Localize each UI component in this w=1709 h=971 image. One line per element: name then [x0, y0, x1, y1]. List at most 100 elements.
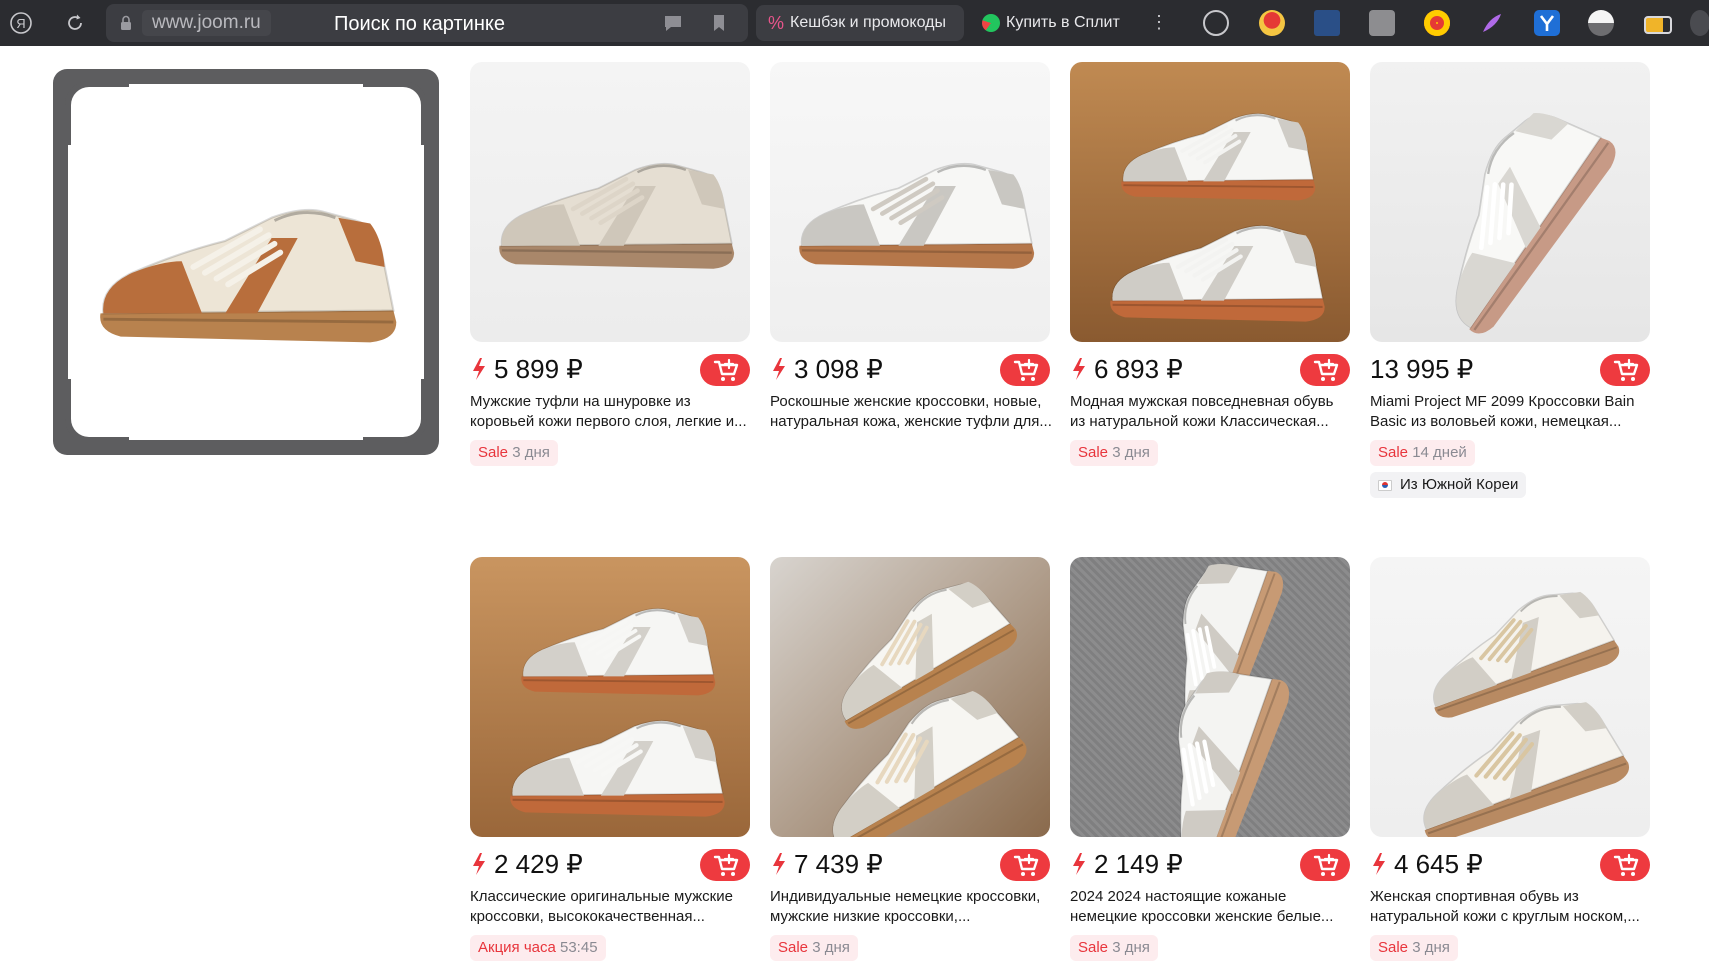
browser-toolbar: Я www.joom.ru Поиск по картинке % Кешбэк…: [0, 0, 1709, 46]
shoe-figure: [1110, 226, 1324, 322]
shoe-figure: [510, 721, 724, 817]
mail-icon[interactable]: [1314, 10, 1340, 36]
sale-badge-label: Sale: [1378, 444, 1409, 461]
cart-plus-icon: [713, 853, 739, 878]
price-row: 2 429 ₽: [470, 847, 750, 881]
sale-badge: Sale 3 дня: [1070, 440, 1158, 466]
shoe-image: [1370, 575, 1650, 837]
product-title[interactable]: 2024 2024 настоящие кожаные немецкие кро…: [1070, 887, 1352, 927]
price-row: 4 645 ₽: [1370, 847, 1650, 881]
shoe-image: [1370, 62, 1650, 342]
add-to-cart-button[interactable]: [1300, 849, 1350, 881]
cart-plus-icon: [1613, 358, 1639, 383]
sale-badge-label: Sale: [778, 939, 809, 956]
product-image[interactable]: [1370, 557, 1650, 837]
add-to-cart-button[interactable]: [700, 354, 750, 386]
product-price: 6 893 ₽: [1094, 354, 1183, 384]
origin-text: Из Южной Кореи: [1400, 476, 1519, 493]
reload-icon[interactable]: [62, 10, 88, 36]
shoe-figure: [1399, 686, 1633, 837]
add-to-cart-button[interactable]: [700, 849, 750, 881]
sale-badge-time: 14 дней: [1412, 444, 1467, 461]
product-title[interactable]: Мужские туфли на шнуровке из коровьей ко…: [470, 392, 752, 432]
lock-icon: [121, 15, 131, 30]
translate-extension-icon[interactable]: [1534, 10, 1560, 36]
flash-sale-icon: [1073, 853, 1085, 875]
page-title: Поиск по картинке: [334, 13, 505, 35]
url-domain[interactable]: www.joom.ru: [142, 10, 271, 36]
radio-extension-icon[interactable]: [1424, 10, 1450, 36]
bookmark-icon[interactable]: [708, 13, 730, 33]
shoe-figure: [1402, 90, 1623, 342]
sale-badge: Sale 3 дня: [1070, 935, 1158, 961]
sale-badge: Sale 3 дня: [1370, 935, 1458, 961]
product-title[interactable]: Роскошные женские кроссовки, новые, нату…: [770, 392, 1052, 432]
product-title[interactable]: Miami Project MF 2099 Кроссовки Bain Bas…: [1370, 392, 1652, 432]
product-price: 3 098 ₽: [794, 354, 883, 384]
crop-corner-top-right[interactable]: [363, 81, 427, 145]
sale-badge-label: Sale: [478, 444, 509, 461]
chat-icon[interactable]: [662, 13, 684, 33]
price-row: 13 995 ₽: [1370, 352, 1650, 386]
sale-badge-time: 3 дня: [812, 939, 850, 956]
profile-icon[interactable]: [1690, 10, 1709, 36]
cashback-button[interactable]: % Кешбэк и промокоды: [756, 5, 964, 41]
mascot-extension-icon[interactable]: [1259, 10, 1285, 36]
product-title[interactable]: Индивидуальные немецкие кроссовки, мужск…: [770, 887, 1052, 927]
sale-badge-time: 53:45: [560, 939, 598, 956]
lightbulb-icon[interactable]: [1203, 10, 1229, 36]
shoe-figure: [1131, 652, 1294, 837]
shoe-image: [470, 606, 750, 837]
cart-plus-icon: [1313, 358, 1339, 383]
sale-badge: Sale 3 дня: [470, 440, 558, 466]
crop-corner-bottom-left[interactable]: [65, 379, 129, 443]
product-image[interactable]: [1070, 62, 1350, 342]
add-to-cart-button[interactable]: [1600, 354, 1650, 386]
product-title[interactable]: Модная мужская повседневная обувь из нат…: [1070, 392, 1352, 432]
product-price: 5 899 ₽: [494, 354, 583, 384]
flash-sale-icon: [1373, 853, 1385, 875]
split-button[interactable]: Купить в Сплит: [972, 5, 1172, 41]
flash-sale-icon: [773, 853, 785, 875]
product-price: 13 995 ₽: [1370, 354, 1474, 384]
sale-badge-label: Sale: [1078, 444, 1109, 461]
address-bar[interactable]: www.joom.ru Поиск по картинке: [106, 4, 748, 42]
product-image[interactable]: [470, 62, 750, 342]
price-row: 3 098 ₽: [770, 352, 1050, 386]
product-title[interactable]: Классические оригинальные мужские кроссо…: [470, 887, 752, 927]
sale-badge-time: 3 дня: [1112, 939, 1150, 956]
sale-badge-label: Акция часа: [478, 939, 556, 956]
product-price: 2 429 ₽: [494, 849, 583, 879]
product-image[interactable]: [470, 557, 750, 837]
add-to-cart-button[interactable]: [1000, 354, 1050, 386]
sale-badge-label: Sale: [1378, 939, 1409, 956]
shoe-image: [770, 563, 1050, 837]
sale-badge: Sale 3 дня: [770, 935, 858, 961]
crop-corner-top-left[interactable]: [65, 81, 129, 145]
yandex-logo-icon[interactable]: Я: [8, 10, 34, 36]
product-price: 2 149 ₽: [1094, 849, 1183, 879]
cart-plus-icon: [713, 358, 739, 383]
product-image[interactable]: [770, 62, 1050, 342]
product-image[interactable]: [1370, 62, 1650, 342]
product-image[interactable]: [770, 557, 1050, 837]
feather-icon[interactable]: [1479, 10, 1505, 36]
screenshot-extension-icon[interactable]: [1369, 10, 1395, 36]
cart-plus-icon: [1013, 358, 1039, 383]
shoe-figure: [499, 164, 734, 269]
vpn-extension-icon[interactable]: [1588, 10, 1614, 36]
search-image-panel: [53, 69, 439, 455]
add-to-cart-button[interactable]: [1300, 354, 1350, 386]
shoe-figure: [799, 164, 1034, 269]
add-to-cart-button[interactable]: [1600, 849, 1650, 881]
crop-corner-bottom-right[interactable]: [363, 379, 427, 443]
product-image[interactable]: [1070, 557, 1350, 837]
shoe-figure: [1119, 111, 1318, 203]
shoe-image: [1070, 111, 1350, 342]
product-title[interactable]: Женская спортивная обувь из натуральной …: [1370, 887, 1652, 927]
more-menu-icon[interactable]: ⋮: [1150, 12, 1168, 33]
price-row: 6 893 ₽: [1070, 352, 1350, 386]
product-price: 4 645 ₽: [1394, 849, 1483, 879]
add-to-cart-button[interactable]: [1000, 849, 1050, 881]
sale-badge-time: 3 дня: [1112, 444, 1150, 461]
